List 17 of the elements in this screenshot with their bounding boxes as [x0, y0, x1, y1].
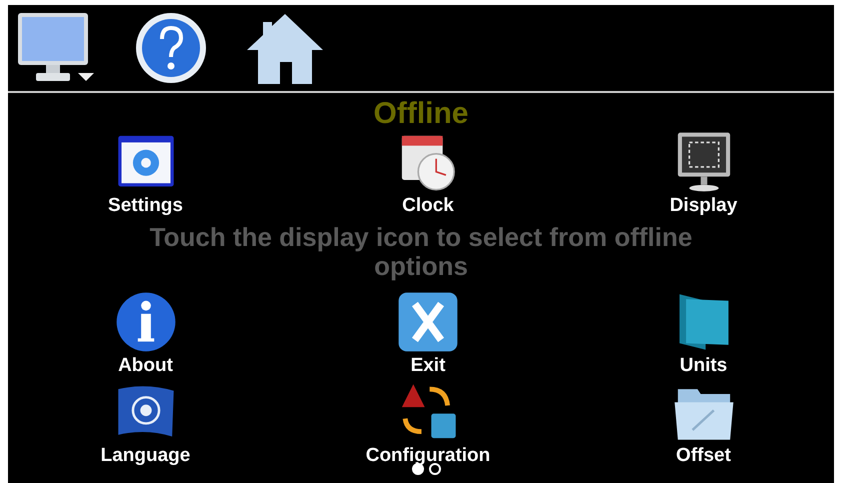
x-icon — [397, 291, 459, 353]
status-title: Offline — [374, 97, 468, 131]
help-icon[interactable] — [134, 11, 208, 85]
page-dot[interactable] — [412, 463, 424, 475]
menu-item[interactable]: Settings — [8, 131, 283, 217]
menu-item[interactable]: Configuration — [283, 381, 573, 467]
menu-item[interactable]: About — [8, 291, 283, 377]
instruction-text: Touch the display icon to select from offline options — [148, 223, 694, 281]
menu-item[interactable]: Clock — [283, 131, 573, 217]
menu-item[interactable]: Exit — [283, 291, 573, 377]
menu-item[interactable]: Offset — [573, 381, 834, 467]
menu-item[interactable]: Units — [573, 291, 834, 377]
menu-item[interactable]: Display — [573, 131, 834, 217]
info-icon — [114, 291, 176, 353]
home-icon[interactable] — [246, 12, 324, 84]
page-dot[interactable] — [429, 463, 441, 475]
menu-item[interactable]: Language — [8, 381, 283, 467]
